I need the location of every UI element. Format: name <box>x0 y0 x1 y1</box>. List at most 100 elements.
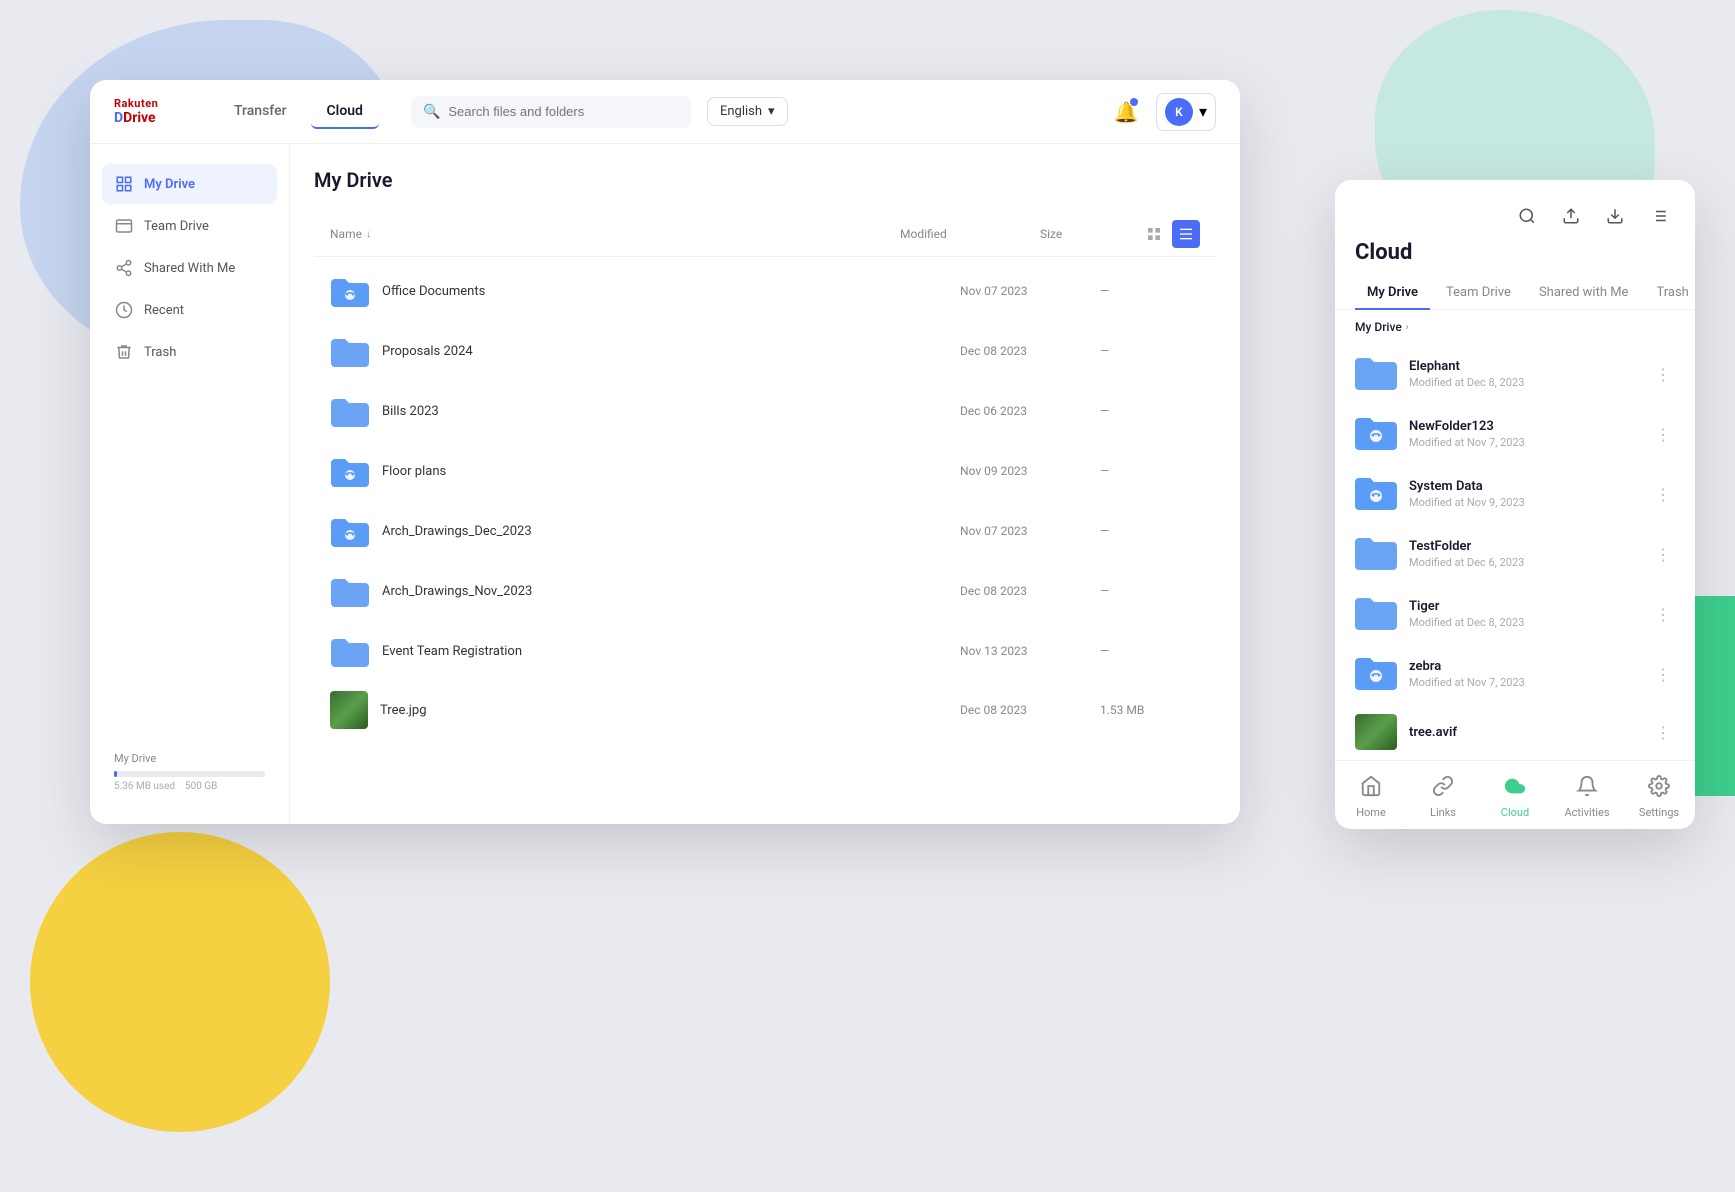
sidebar-item-label-shared: Shared With Me <box>144 261 235 276</box>
file-name: Office Documents <box>382 284 485 299</box>
table-row[interactable]: Proposals 2024 Dec 08 2023 — <box>314 321 1216 381</box>
table-row[interactable]: Bills 2023 Dec 06 2023 — <box>314 381 1216 441</box>
chevron-down-icon: ▾ <box>768 104 775 119</box>
search-bar[interactable]: 🔍 <box>411 96 691 128</box>
more-options-button[interactable]: ⋮ <box>1651 542 1675 566</box>
my-drive-icon <box>114 174 134 194</box>
list-item[interactable]: tree.avif ⋮ <box>1347 704 1683 760</box>
file-thumbnail <box>1355 714 1397 750</box>
trash-icon <box>114 342 134 362</box>
file-size: — <box>1100 464 1200 478</box>
file-modified: Dec 08 2023 <box>960 584 1100 598</box>
nav-tab-cloud[interactable]: Cloud <box>311 95 379 129</box>
sidebar-item-team-drive[interactable]: Team Drive <box>102 206 277 246</box>
table-row[interactable]: Event Team Registration Nov 13 2023 — <box>314 621 1216 681</box>
sidebar-item-my-drive[interactable]: My Drive <box>102 164 277 204</box>
app-header: Rakuten DDrive Transfer Cloud 🔍 English … <box>90 80 1240 144</box>
language-selector[interactable]: English ▾ <box>707 97 788 126</box>
list-item[interactable]: TestFolder Modified at Dec 6, 2023 ⋮ <box>1347 524 1683 584</box>
list-item[interactable]: System Data Modified at Nov 9, 2023 ⋮ <box>1347 464 1683 524</box>
user-menu-button[interactable]: K ▾ <box>1156 93 1216 131</box>
file-modified: Nov 13 2023 <box>960 644 1100 658</box>
more-options-button[interactable]: ⋮ <box>1651 422 1675 446</box>
more-options-button[interactable]: ⋮ <box>1651 720 1675 744</box>
more-options-button[interactable]: ⋮ <box>1651 662 1675 686</box>
logo-drive-text: DDrive <box>114 110 194 126</box>
file-info: zebra Modified at Nov 7, 2023 <box>1409 659 1651 689</box>
rp-search-button[interactable] <box>1511 200 1543 232</box>
breadcrumb-arrow-icon: › <box>1406 322 1409 333</box>
grid-view-button[interactable] <box>1140 220 1168 248</box>
nav-tab-transfer[interactable]: Transfer <box>218 95 303 129</box>
sidebar-item-trash[interactable]: Trash <box>102 332 277 372</box>
breadcrumb-my-drive[interactable]: My Drive <box>1355 320 1402 334</box>
activities-icon <box>1576 775 1598 802</box>
file-name: Bills 2023 <box>382 404 439 419</box>
more-options-button[interactable]: ⋮ <box>1651 362 1675 386</box>
notification-button[interactable]: 🔔 <box>1108 94 1144 130</box>
rp-upload-button[interactable] <box>1555 200 1587 232</box>
rp-nav-settings-label: Settings <box>1639 806 1679 819</box>
rp-tab-team-drive[interactable]: Team Drive <box>1434 277 1523 310</box>
rp-download-button[interactable] <box>1599 200 1631 232</box>
file-size: — <box>1100 524 1200 538</box>
rp-nav-cloud[interactable]: Cloud <box>1479 769 1551 825</box>
file-size: — <box>1100 584 1200 598</box>
rp-tab-shared[interactable]: Shared with Me <box>1527 277 1641 310</box>
list-item[interactable]: NewFolder123 Modified at Nov 7, 2023 ⋮ <box>1347 404 1683 464</box>
file-modified: Dec 08 2023 <box>960 703 1100 717</box>
team-drive-icon <box>114 216 134 236</box>
table-row[interactable]: Arch_Drawings_Nov_2023 Dec 08 2023 — <box>314 561 1216 621</box>
app-body: My Drive Team Drive Shared With Me Recen… <box>90 144 1240 824</box>
shared-icon <box>114 258 134 278</box>
file-date: Modified at Dec 8, 2023 <box>1409 376 1651 389</box>
search-input[interactable] <box>448 104 679 119</box>
more-options-button[interactable]: ⋮ <box>1651 602 1675 626</box>
file-modified: Nov 07 2023 <box>960 284 1100 298</box>
rp-tab-my-drive[interactable]: My Drive <box>1355 277 1430 310</box>
folder-icon <box>1355 594 1397 634</box>
recent-icon <box>114 300 134 320</box>
list-view-button[interactable] <box>1172 220 1200 248</box>
right-panel-title: Cloud <box>1335 232 1695 265</box>
rp-nav-home[interactable]: Home <box>1335 769 1407 825</box>
more-options-button[interactable]: ⋮ <box>1651 482 1675 506</box>
sidebar-item-shared[interactable]: Shared With Me <box>102 248 277 288</box>
sidebar-item-recent[interactable]: Recent <box>102 290 277 330</box>
file-name: zebra <box>1409 659 1651 674</box>
right-panel-breadcrumb: My Drive › <box>1335 310 1695 344</box>
file-name: Arch_Drawings_Nov_2023 <box>382 584 532 599</box>
rp-nav-settings[interactable]: Settings <box>1623 769 1695 825</box>
file-name: Arch_Drawings_Dec_2023 <box>382 524 532 539</box>
file-name: System Data <box>1409 479 1651 494</box>
table-row[interactable]: Office Documents Nov 07 2023 — <box>314 261 1216 321</box>
table-row[interactable]: Floor plans Nov 09 2023 — <box>314 441 1216 501</box>
language-label: English <box>720 104 762 119</box>
rp-nav-home-label: Home <box>1356 806 1386 819</box>
list-item[interactable]: zebra Modified at Nov 7, 2023 ⋮ <box>1347 644 1683 704</box>
sidebar-item-label-team-drive: Team Drive <box>144 219 209 234</box>
file-size: — <box>1100 344 1200 358</box>
table-row[interactable]: Tree.jpg Dec 08 2023 1.53 MB <box>314 681 1216 739</box>
storage-drive-label: My Drive <box>114 752 265 765</box>
folder-icon <box>330 631 370 671</box>
rp-sort-button[interactable] <box>1643 200 1675 232</box>
file-name: Tiger <box>1409 599 1651 614</box>
rp-tab-trash[interactable]: Trash <box>1644 277 1695 310</box>
rp-nav-activities[interactable]: Activities <box>1551 769 1623 825</box>
file-name: TestFolder <box>1409 539 1651 554</box>
home-icon <box>1360 775 1382 802</box>
file-size: 1.53 MB <box>1100 703 1200 717</box>
table-row[interactable]: Arch_Drawings_Dec_2023 Nov 07 2023 — <box>314 501 1216 561</box>
file-date: Modified at Nov 9, 2023 <box>1409 496 1651 509</box>
rp-nav-cloud-label: Cloud <box>1501 806 1529 819</box>
list-item[interactable]: Tiger Modified at Dec 8, 2023 ⋮ <box>1347 584 1683 644</box>
file-thumbnail <box>330 691 368 729</box>
folder-icon <box>330 571 370 611</box>
rp-nav-links[interactable]: Links <box>1407 769 1479 825</box>
file-size: — <box>1100 404 1200 418</box>
list-item[interactable]: Elephant Modified at Dec 8, 2023 ⋮ <box>1347 344 1683 404</box>
file-info: tree.avif <box>1409 725 1651 740</box>
file-size: — <box>1100 644 1200 658</box>
links-icon <box>1432 775 1454 802</box>
